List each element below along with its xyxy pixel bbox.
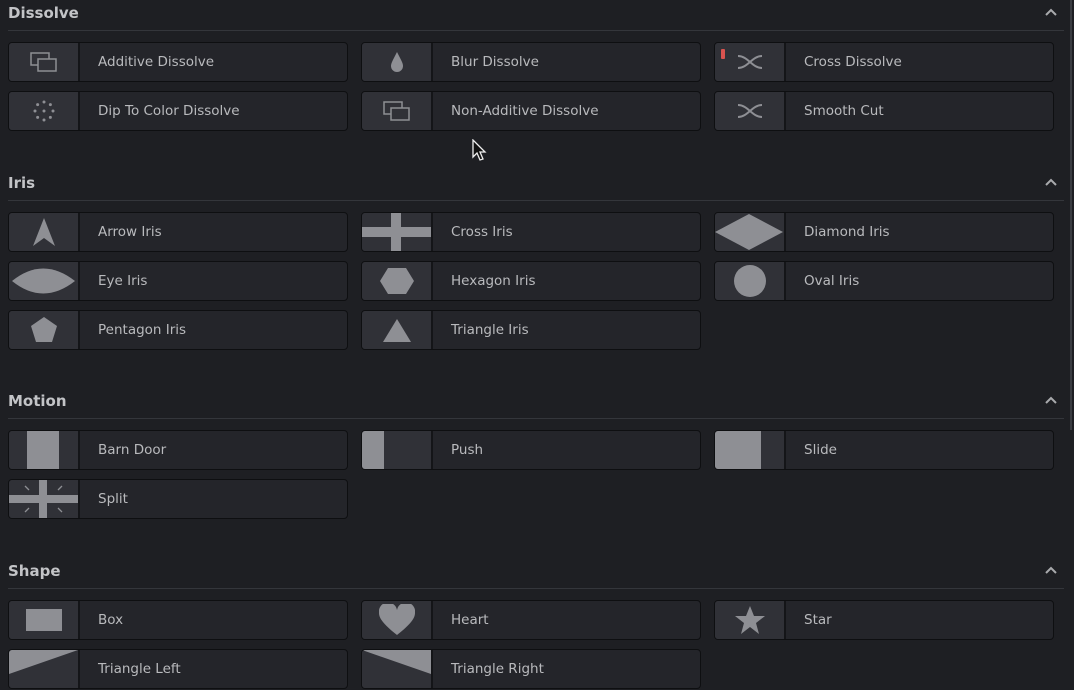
transition-label: Eye Iris xyxy=(98,273,148,289)
transition-item-arrow-iris[interactable]: Arrow Iris xyxy=(8,212,348,252)
triangle-right-icon xyxy=(362,650,433,688)
transition-label: Additive Dissolve xyxy=(98,54,215,70)
barn-door-icon xyxy=(9,431,80,469)
transition-label: Smooth Cut xyxy=(804,103,884,119)
section-title: Dissolve xyxy=(8,4,79,22)
chevron-up-icon[interactable] xyxy=(1044,175,1058,189)
transition-label: Box xyxy=(98,612,124,628)
transition-label: Hexagon Iris xyxy=(451,273,536,289)
transition-label: Star xyxy=(804,612,832,628)
transition-label: Heart xyxy=(451,612,489,628)
transition-item-slide[interactable]: Slide xyxy=(714,430,1054,470)
transition-item-eye-iris[interactable]: Eye Iris xyxy=(8,261,348,301)
arrow-shape-icon xyxy=(9,213,80,251)
section-title: Motion xyxy=(8,392,67,410)
transition-label: Triangle Left xyxy=(98,661,181,677)
slide-icon xyxy=(715,431,786,469)
transition-item-blur-dissolve[interactable]: Blur Dissolve xyxy=(361,42,701,82)
cross-shape-icon xyxy=(362,213,433,251)
push-icon xyxy=(362,431,433,469)
transition-item-barn-door[interactable]: Barn Door xyxy=(8,430,348,470)
section-header[interactable]: Motion xyxy=(8,388,1064,419)
split-icon xyxy=(9,480,80,518)
dots-circle-icon xyxy=(9,92,80,130)
transition-item-smooth-cut[interactable]: Smooth Cut xyxy=(714,91,1054,131)
transition-grid: Additive Dissolve Blur Dissolve Cross Di… xyxy=(8,42,1054,131)
transition-item-cross-dissolve[interactable]: Cross Dissolve xyxy=(714,42,1054,82)
transition-item-oval-iris[interactable]: Oval Iris xyxy=(714,261,1054,301)
chevron-up-icon[interactable] xyxy=(1044,5,1058,19)
triangle-left-icon xyxy=(9,650,80,688)
transition-item-triangle-iris[interactable]: Triangle Iris xyxy=(361,310,701,350)
favorite-marker-icon xyxy=(721,49,725,59)
transition-item-triangle-right[interactable]: Triangle Right xyxy=(361,649,701,689)
transition-item-diamond-iris[interactable]: Diamond Iris xyxy=(714,212,1054,252)
transition-label: Split xyxy=(98,491,128,507)
transition-label: Slide xyxy=(804,442,837,458)
transition-item-heart[interactable]: Heart xyxy=(361,600,701,640)
hexagon-icon xyxy=(362,262,433,300)
transition-label: Pentagon Iris xyxy=(98,322,187,338)
transition-item-triangle-left[interactable]: Triangle Left xyxy=(8,649,348,689)
transition-label: Non-Additive Dissolve xyxy=(451,103,599,119)
transition-label: Triangle Iris xyxy=(451,322,529,338)
chevron-up-icon[interactable] xyxy=(1044,393,1058,407)
section-shape: Shape Box Heart Star Triangle Left Trian… xyxy=(0,558,1064,689)
pentagon-icon xyxy=(9,311,80,349)
transition-item-additive-dissolve[interactable]: Additive Dissolve xyxy=(8,42,348,82)
transition-grid: Box Heart Star Triangle Left Triangle Ri… xyxy=(8,600,1054,689)
section-iris: Iris Arrow Iris Cross Iris Diamond Iris … xyxy=(0,170,1064,350)
diamond-icon xyxy=(715,213,786,251)
transition-grid: Arrow Iris Cross Iris Diamond Iris Eye I… xyxy=(8,212,1054,350)
triangle-icon xyxy=(362,311,433,349)
cross-arrows-icon xyxy=(715,43,786,81)
transition-item-box[interactable]: Box xyxy=(8,600,348,640)
transition-item-star[interactable]: Star xyxy=(714,600,1054,640)
transition-label: Blur Dissolve xyxy=(451,54,539,70)
transition-grid: Barn Door Push Slide Split xyxy=(8,430,1054,519)
section-dissolve: Dissolve Additive Dissolve Blur Dissolve… xyxy=(0,0,1064,131)
transition-item-pentagon-iris[interactable]: Pentagon Iris xyxy=(8,310,348,350)
transition-item-hexagon-iris[interactable]: Hexagon Iris xyxy=(361,261,701,301)
drop-icon xyxy=(362,43,433,81)
transition-label: Arrow Iris xyxy=(98,224,162,240)
transition-label: Triangle Right xyxy=(451,661,544,677)
box-icon xyxy=(9,601,80,639)
section-title: Iris xyxy=(8,174,36,192)
transition-item-split[interactable]: Split xyxy=(8,479,348,519)
mouse-cursor-icon xyxy=(472,139,487,161)
star-icon xyxy=(715,601,786,639)
chevron-up-icon[interactable] xyxy=(1044,563,1058,577)
heart-icon xyxy=(362,601,433,639)
section-title: Shape xyxy=(8,562,61,580)
transition-label: Diamond Iris xyxy=(804,224,890,240)
transition-item-dip-to-color-dissolve[interactable]: Dip To Color Dissolve xyxy=(8,91,348,131)
transition-item-non-additive-dissolve[interactable]: Non-Additive Dissolve xyxy=(361,91,701,131)
transition-item-cross-iris[interactable]: Cross Iris xyxy=(361,212,701,252)
transition-label: Push xyxy=(451,442,484,458)
section-header[interactable]: Shape xyxy=(8,558,1064,589)
transition-label: Cross Dissolve xyxy=(804,54,902,70)
transition-label: Barn Door xyxy=(98,442,167,458)
section-header[interactable]: Iris xyxy=(8,170,1064,201)
section-header[interactable]: Dissolve xyxy=(8,0,1064,31)
transition-item-push[interactable]: Push xyxy=(361,430,701,470)
cross-arrows-icon xyxy=(715,92,786,130)
transition-label: Oval Iris xyxy=(804,273,860,289)
section-motion: Motion Barn Door Push Slide Split xyxy=(0,388,1064,519)
overlap-rects-icon xyxy=(362,92,433,130)
transition-label: Cross Iris xyxy=(451,224,513,240)
eye-shape-icon xyxy=(9,262,80,300)
transition-label: Dip To Color Dissolve xyxy=(98,103,240,119)
scrollbar[interactable] xyxy=(1070,0,1072,430)
overlap-rects-icon xyxy=(9,43,80,81)
circle-icon xyxy=(715,262,786,300)
